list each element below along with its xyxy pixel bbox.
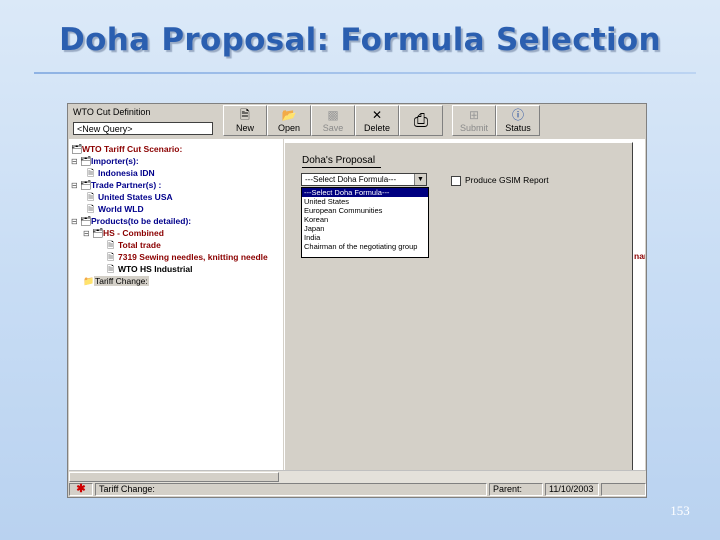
- page-number: 153: [670, 503, 690, 518]
- scrollbar-thumb[interactable]: [69, 472, 279, 482]
- query-select[interactable]: <New Query>: [73, 122, 213, 135]
- folder-open-icon: 🗂: [71, 144, 83, 154]
- document-icon: 🗎: [87, 204, 95, 214]
- tree-partner-item[interactable]: 🗎 World WLD: [87, 203, 144, 215]
- tree-partners[interactable]: ⊟ 🗂Trade Partner(s) :: [71, 179, 161, 191]
- status-parent: Parent:: [489, 483, 543, 496]
- status-star-cell: ✱: [69, 483, 93, 496]
- status-button[interactable]: ⓘ Status: [496, 105, 540, 136]
- asterisk-icon: ✱: [76, 483, 86, 495]
- doha-formula-options: ---Select Doha Formula--- United States …: [301, 187, 429, 258]
- tree-pane: 🗂WTO Tariff Cut Scenario: ⊟ 🗂Importer(s):…: [69, 139, 283, 470]
- folder-closed-icon: 📁: [83, 276, 95, 286]
- status-item: Tariff Change:: [95, 483, 487, 496]
- formula-option[interactable]: Japan: [302, 224, 428, 233]
- open-button[interactable]: 📂 Open: [267, 105, 311, 136]
- status-help-icon: ⓘ: [511, 108, 524, 122]
- doha-select-value: ---Select Doha Formula---: [305, 175, 397, 184]
- checkbox-box[interactable]: [451, 175, 461, 186]
- document-icon: 🗎: [107, 240, 115, 250]
- formula-option[interactable]: United States: [302, 197, 428, 206]
- query-panel: WTO Cut Definition <New Query>: [69, 105, 219, 139]
- query-label: WTO Cut Definition: [73, 107, 151, 117]
- tree-product-item[interactable]: 🗎 Total trade: [107, 239, 161, 251]
- status-bar: ✱ Tariff Change: Parent: 11/10/2003: [69, 483, 646, 497]
- delete-button[interactable]: ✕ Delete: [355, 105, 399, 136]
- tree-tariff-change[interactable]: 📁Tariff Change:: [83, 275, 149, 287]
- tree-product-item[interactable]: 🗎 7319 Sewing needles, knitting needle: [107, 251, 268, 263]
- wto-app-window: WTO Cut Definition <New Query> 🗎 New 📂 O…: [67, 103, 647, 498]
- formula-option[interactable]: European Communities: [302, 206, 428, 215]
- formula-option[interactable]: India: [302, 233, 428, 242]
- folder-open-icon: 🗂: [80, 180, 92, 190]
- document-icon: 🗎: [87, 192, 95, 202]
- formula-option[interactable]: Korean: [302, 215, 428, 224]
- tree-hs-combined[interactable]: ⊟ 🗂HS - Combined: [83, 227, 164, 239]
- toolbar: 🗎 New 📂 Open ▩ Save ✕ Delete ⎙ ⊞ Submit …: [223, 105, 645, 137]
- doha-formula-select[interactable]: ---Select Doha Formula--- ▼: [301, 173, 427, 186]
- gsim-report-checkbox[interactable]: Produce GSIM Report: [451, 175, 549, 186]
- status-date: 11/10/2003: [545, 483, 599, 496]
- overflow-text: nan: [634, 251, 645, 261]
- collapse-icon[interactable]: ⊟: [71, 156, 80, 168]
- print-button[interactable]: ⎙: [399, 105, 443, 136]
- formula-option[interactable]: ---Select Doha Formula---: [302, 188, 428, 197]
- save-disk-icon: ▩: [327, 108, 339, 122]
- document-icon: 🗎: [107, 252, 115, 262]
- new-button[interactable]: 🗎 New: [223, 105, 267, 136]
- printer-icon: ⎙: [413, 110, 429, 130]
- gsim-report-label: Produce GSIM Report: [465, 175, 549, 185]
- slide-title: Doha Proposal: Formula Selection: [59, 22, 661, 58]
- folder-open-icon: 🗂: [92, 228, 104, 238]
- open-folder-icon: 📂: [281, 108, 297, 122]
- tree-product-item[interactable]: 🗎 WTO HS Industrial: [107, 263, 192, 275]
- collapse-icon[interactable]: ⊟: [71, 216, 80, 228]
- document-icon: 🗎: [87, 168, 95, 178]
- collapse-icon[interactable]: ⊟: [83, 228, 92, 240]
- folder-open-icon: 🗂: [80, 156, 92, 166]
- folder-open-icon: 🗂: [80, 216, 92, 226]
- horizontal-scrollbar[interactable]: [69, 470, 646, 483]
- tree-importer-item[interactable]: 🗎 Indonesia IDN: [87, 167, 155, 179]
- submit-icon: ⊞: [468, 108, 480, 122]
- tree-partner-item[interactable]: 🗎 United States USA: [87, 191, 173, 203]
- collapse-icon[interactable]: ⊟: [71, 180, 80, 192]
- status-extra: [601, 483, 646, 496]
- tree-root[interactable]: 🗂WTO Tariff Cut Scenario:: [71, 143, 182, 155]
- submit-button[interactable]: ⊞ Submit: [452, 105, 496, 136]
- formula-option[interactable]: Chairman of the negotiating group: [302, 242, 428, 251]
- title-divider: [34, 72, 696, 74]
- dropdown-arrow-icon[interactable]: ▼: [414, 174, 426, 185]
- save-button[interactable]: ▩ Save: [311, 105, 355, 136]
- new-document-icon: 🗎: [240, 108, 250, 122]
- doha-proposal-panel: Doha's Proposal ---Select Doha Formula--…: [284, 142, 633, 472]
- doha-proposal-label: Doha's Proposal: [302, 155, 382, 168]
- document-icon: 🗎: [107, 264, 115, 274]
- tree-products[interactable]: ⊟ 🗂Products(to be detailed):: [71, 215, 191, 227]
- delete-x-icon: ✕: [371, 108, 383, 122]
- tree-importers[interactable]: ⊟ 🗂Importer(s):: [71, 155, 139, 167]
